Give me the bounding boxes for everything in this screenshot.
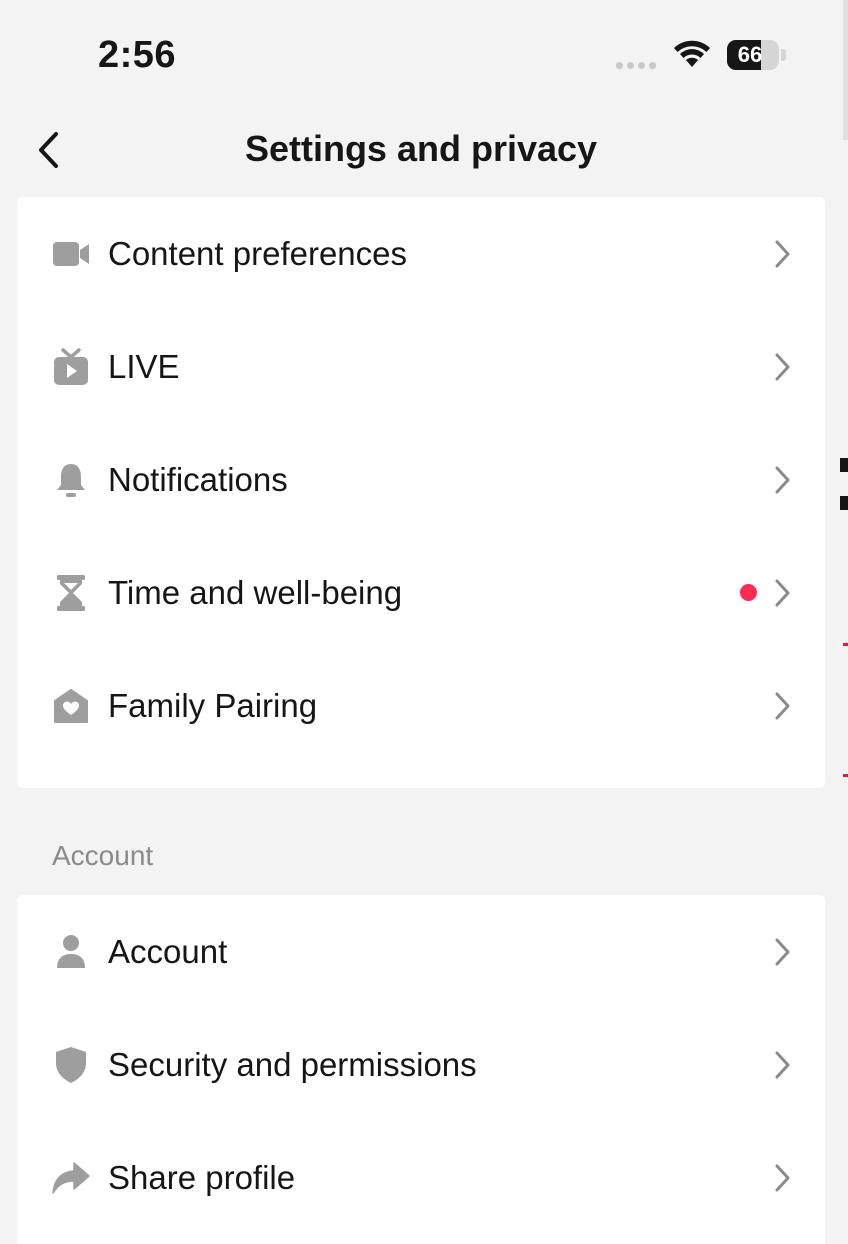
shield-icon xyxy=(51,1045,91,1085)
wifi-icon xyxy=(674,40,710,67)
bell-icon xyxy=(51,460,91,500)
chevron-right-icon xyxy=(771,1162,793,1194)
battery-cap xyxy=(781,49,786,61)
row-label: Security and permissions xyxy=(108,1045,477,1083)
video-camera-icon xyxy=(51,234,91,274)
chevron-right-icon xyxy=(771,690,793,722)
share-arrow-icon xyxy=(51,1158,91,1198)
edge-mark xyxy=(840,458,848,472)
row-account[interactable]: Account xyxy=(17,895,825,1008)
status-time: 2:56 xyxy=(98,34,177,76)
chevron-right-icon xyxy=(771,238,793,270)
page-title: Settings and privacy xyxy=(244,128,598,169)
notification-dot xyxy=(740,584,757,601)
chevron-right-icon xyxy=(771,1049,793,1081)
chevron-right-icon xyxy=(771,577,793,609)
row-notifications[interactable]: Notifications xyxy=(17,423,825,536)
section-title-account: Account xyxy=(52,840,154,871)
row-security-and-permissions[interactable]: Security and permissions xyxy=(17,1008,825,1121)
settings-screen: 2:56 66 Settings and privacy Content pre… xyxy=(0,0,848,1244)
chevron-right-icon xyxy=(771,464,793,496)
row-share-profile[interactable]: Share profile xyxy=(17,1121,825,1234)
row-live[interactable]: LIVE xyxy=(17,310,825,423)
scroll-indicator xyxy=(843,0,848,140)
battery-percent: 66 xyxy=(737,42,763,67)
settings-group-general: Content preferences LIVE Notifications T… xyxy=(17,197,825,788)
family-home-icon xyxy=(51,686,91,726)
live-tv-icon xyxy=(51,347,91,387)
row-content-preferences[interactable]: Content preferences xyxy=(17,197,825,310)
status-bar: 2:56 66 xyxy=(0,0,848,110)
chevron-right-icon xyxy=(771,936,793,968)
edge-mark xyxy=(843,643,848,646)
settings-group-account: Account Security and permissions Share p… xyxy=(17,895,825,1244)
edge-mark xyxy=(843,774,848,777)
row-label: Time and well-being xyxy=(108,573,403,611)
row-family-pairing[interactable]: Family Pairing xyxy=(17,649,825,762)
row-label: Family Pairing xyxy=(108,686,318,724)
edge-mark xyxy=(840,496,848,510)
battery-icon: 66 xyxy=(727,40,779,70)
row-time-and-well-being[interactable]: Time and well-being xyxy=(17,536,825,649)
cellular-signal-icon xyxy=(616,62,656,69)
row-label: LIVE xyxy=(108,347,180,385)
header: Settings and privacy xyxy=(0,110,848,190)
hourglass-icon xyxy=(51,573,91,613)
row-label: Account xyxy=(108,932,228,970)
row-label: Content preferences xyxy=(108,234,408,272)
row-label: Share profile xyxy=(108,1158,296,1196)
chevron-right-icon xyxy=(771,351,793,383)
row-label: Notifications xyxy=(108,460,288,498)
person-icon xyxy=(51,932,91,972)
